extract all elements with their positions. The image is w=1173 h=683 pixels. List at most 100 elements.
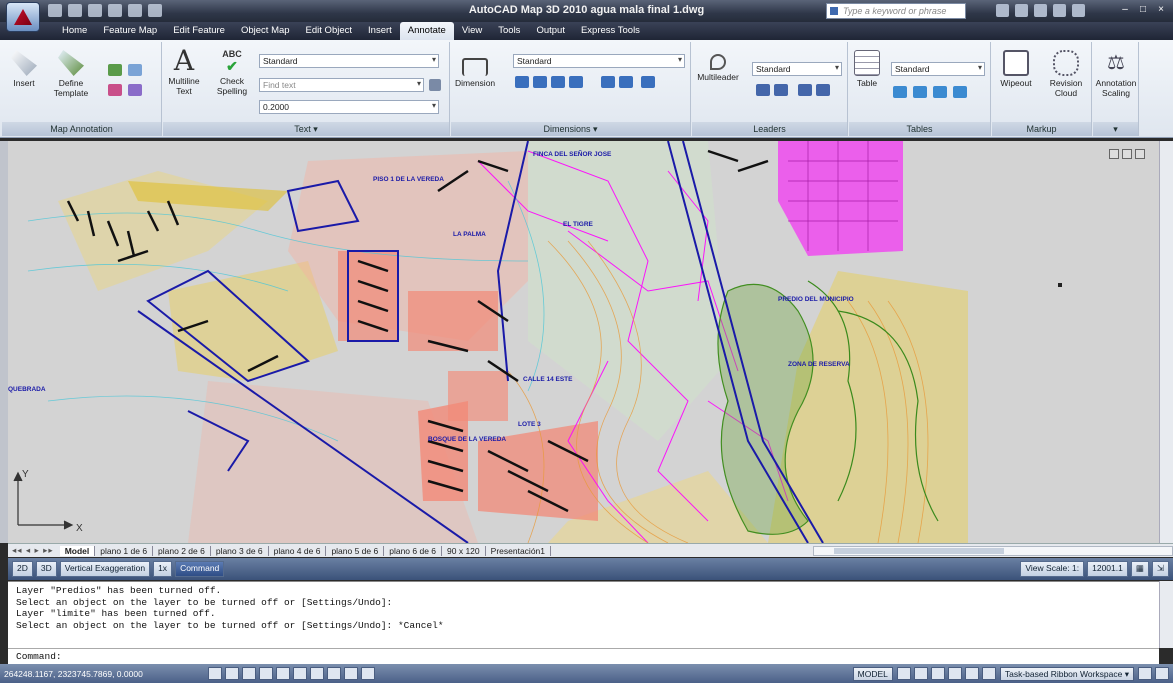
coordinates-display[interactable]: 264248.1167, 2323745.7869, 0.0000 (4, 669, 204, 679)
annotation-tool-icon[interactable] (108, 64, 122, 76)
tab-plano-5[interactable]: plano 5 de 6 (326, 545, 385, 556)
panel-title-text[interactable]: Text ▾ (163, 122, 449, 136)
search-input[interactable]: Type a keyword or phrase (826, 3, 966, 19)
tab-edit-object[interactable]: Edit Object (298, 22, 360, 40)
2d-button[interactable]: 2D (12, 561, 33, 577)
command-button[interactable]: Command (175, 561, 225, 577)
application-menu-button[interactable] (6, 2, 40, 32)
tab-object-map[interactable]: Object Map (233, 22, 298, 40)
table-button[interactable]: Table (853, 50, 881, 88)
tab-plano-2[interactable]: plano 2 de 6 (153, 545, 211, 556)
link-data-icon[interactable] (913, 86, 927, 98)
favorites-icon[interactable] (1053, 4, 1066, 17)
layout-tab-navigation[interactable]: ◂◂ ◂ ▸ ▸▸ (12, 545, 54, 556)
dimension-style-select[interactable]: Standard (513, 54, 685, 68)
tab-plano-3[interactable]: plano 3 de 6 (211, 545, 269, 556)
check-spelling-button[interactable]: ABC ✔ Check Spelling (213, 48, 251, 96)
tab-insert[interactable]: Insert (360, 22, 400, 40)
command-input[interactable]: Command: (8, 648, 1159, 664)
define-template-button[interactable]: Define Template (50, 50, 92, 98)
tab-plano-6[interactable]: plano 6 de 6 (384, 545, 443, 556)
osnap-icon[interactable] (276, 667, 290, 680)
clean-screen-icon[interactable] (1155, 667, 1169, 680)
tab-90x120[interactable]: 90 x 120 (442, 545, 486, 556)
annotation-refresh-icon[interactable] (108, 84, 122, 96)
viewport-close-icon[interactable] (1135, 149, 1145, 159)
tab-presentacion1[interactable]: Presentación1 (486, 545, 551, 556)
pan-icon[interactable] (930, 667, 945, 680)
dim-tolerance-icon[interactable] (601, 76, 615, 88)
multiline-text-button[interactable]: A Multiline Text (167, 47, 201, 97)
quick-properties-icon[interactable] (361, 667, 375, 680)
horizontal-scrollbar[interactable] (813, 545, 1173, 556)
communication-icon[interactable] (1034, 4, 1047, 17)
dim-center-icon[interactable] (619, 76, 633, 88)
download-data-icon[interactable] (933, 86, 947, 98)
quick-view-layouts-icon[interactable] (896, 667, 911, 680)
tab-annotate[interactable]: Annotate (399, 22, 454, 40)
polar-icon[interactable] (259, 667, 273, 680)
tab-express-tools[interactable]: Express Tools (573, 22, 648, 40)
collect-leader-icon[interactable] (816, 84, 830, 96)
tab-feature-map[interactable]: Feature Map (95, 22, 165, 40)
tab-model[interactable]: Model (59, 545, 96, 556)
map-drawing[interactable]: PISO 1 DE LA VEREDA FINCA DEL SEÑOR JOSE… (8, 141, 1159, 543)
binoculars-icon[interactable] (996, 4, 1009, 17)
viewport-minimize-icon[interactable] (1109, 149, 1119, 159)
close-button[interactable]: × (1153, 3, 1169, 17)
drawing-canvas[interactable]: PISO 1 DE LA VEREDA FINCA DEL SEÑOR JOSE… (8, 141, 1159, 543)
lineweight-icon[interactable] (344, 667, 358, 680)
tab-home[interactable]: Home (54, 22, 95, 40)
tab-tools[interactable]: Tools (490, 22, 528, 40)
tab-plano-4[interactable]: plano 4 de 6 (269, 545, 327, 556)
ortho-icon[interactable] (242, 667, 256, 680)
3d-button[interactable]: 3D (35, 561, 57, 577)
annotation-scaling-button[interactable]: ⚖ Annotation Scaling (1095, 50, 1137, 98)
model-space-button[interactable]: MODEL (852, 666, 893, 681)
dimension-button[interactable]: Dimension (455, 52, 495, 88)
lock-icon[interactable] (1138, 667, 1152, 680)
find-text-input[interactable]: Find text (259, 78, 424, 92)
leader-style-select[interactable]: Standard (752, 62, 842, 76)
drawing-vertical-scrollbar[interactable] (1159, 141, 1173, 543)
revision-cloud-button[interactable]: Revision Cloud (1044, 50, 1088, 98)
minimize-button[interactable]: – (1117, 3, 1133, 17)
tab-edit-feature[interactable]: Edit Feature (165, 22, 233, 40)
layout-icon[interactable]: ▦ (1130, 561, 1149, 577)
table-style-select[interactable]: Standard (891, 62, 985, 76)
dyn-icon[interactable] (327, 667, 341, 680)
extract-data-icon[interactable] (893, 86, 907, 98)
help-icon[interactable] (1072, 4, 1085, 17)
dim-space-icon[interactable] (551, 76, 565, 88)
snap-icon[interactable] (208, 667, 222, 680)
align-leader-icon[interactable] (798, 84, 812, 96)
dim-break-icon[interactable] (569, 76, 583, 88)
expand-icon[interactable]: ⇲ (1151, 561, 1169, 577)
add-leader-icon[interactable] (756, 84, 770, 96)
text-height-select[interactable]: 0.2000 (259, 100, 439, 114)
quick-view-drawings-icon[interactable] (913, 667, 928, 680)
view-scale-select[interactable]: 12001.1 (1087, 561, 1128, 577)
steering-wheel-icon[interactable] (964, 667, 979, 680)
grid-icon[interactable] (225, 667, 239, 680)
subscription-icon[interactable] (1015, 4, 1028, 17)
dim-continue-icon[interactable] (515, 76, 529, 88)
annotation-delete-icon[interactable] (128, 84, 142, 96)
find-icon[interactable] (429, 79, 441, 91)
showmotion-icon[interactable] (981, 667, 996, 680)
zoom-icon[interactable] (947, 667, 962, 680)
workspace-switcher[interactable]: Task-based Ribbon Workspace ▾ (999, 666, 1134, 681)
maximize-button[interactable]: □ (1135, 3, 1151, 17)
text-style-select[interactable]: Standard (259, 54, 439, 68)
multileader-button[interactable]: Multileader (696, 50, 740, 82)
insert-annotation-button[interactable]: Insert (8, 50, 40, 88)
dim-baseline-icon[interactable] (533, 76, 547, 88)
exaggeration-select[interactable]: 1x (153, 561, 173, 577)
ducs-icon[interactable] (310, 667, 324, 680)
annotation-scaling-dropdown[interactable]: ▾ (1093, 122, 1138, 136)
vertical-exaggeration-button[interactable]: Vertical Exaggeration (59, 561, 151, 577)
tab-view[interactable]: View (454, 22, 490, 40)
command-scrollbar[interactable] (1159, 581, 1173, 648)
tab-plano-1[interactable]: plano 1 de 6 (95, 545, 154, 556)
viewport-restore-icon[interactable] (1122, 149, 1132, 159)
